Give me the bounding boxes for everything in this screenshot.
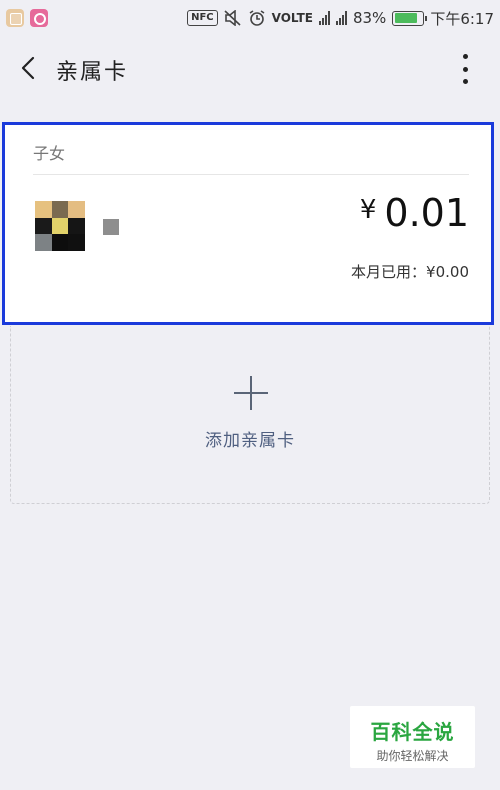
notification-app-icon (30, 9, 48, 27)
status-bar: NFC VOLTE 83% 下午6:17 (0, 0, 500, 36)
watermark-logo: 百科全说 助你轻松解决 (350, 706, 475, 768)
volte-indicator: VOLTE (271, 11, 313, 25)
signal-4g-icon (335, 11, 347, 25)
add-family-card-button[interactable]: 添加亲属卡 (10, 326, 490, 504)
battery-icon (392, 10, 428, 26)
signal-icon (318, 11, 330, 25)
battery-percent: 83% (352, 9, 387, 27)
currency-symbol: ¥ (359, 195, 377, 225)
nav-bar: 亲属卡 (0, 36, 500, 102)
avatar (35, 201, 85, 251)
mute-icon (224, 10, 241, 26)
amount-value: 0.01 (384, 191, 469, 235)
alarm-icon (249, 10, 265, 26)
monthly-usage: 本月已用：¥0.00 (351, 263, 469, 281)
plus-icon (234, 376, 268, 410)
clock: 下午6:17 (430, 9, 494, 28)
watermark-title: 百科全说 (370, 720, 455, 744)
page-title: 亲属卡 (56, 60, 129, 85)
card-relation-label: 子女 (33, 144, 66, 163)
back-arrow-icon[interactable] (18, 56, 42, 80)
status-indicators: NFC VOLTE 83% 下午6:17 (187, 8, 494, 28)
family-card[interactable]: 子女 ¥0.01 本月已用：¥0.00 (2, 122, 494, 325)
more-options-icon[interactable] (462, 54, 468, 84)
card-amount: ¥0.01 (360, 191, 469, 235)
user-name-redacted (103, 219, 119, 235)
card-divider (33, 174, 469, 175)
nfc-indicator: NFC (187, 10, 218, 26)
add-card-label: 添加亲属卡 (205, 431, 295, 451)
notification-app-icon (6, 9, 24, 27)
watermark-subtitle: 助你轻松解决 (376, 749, 449, 763)
